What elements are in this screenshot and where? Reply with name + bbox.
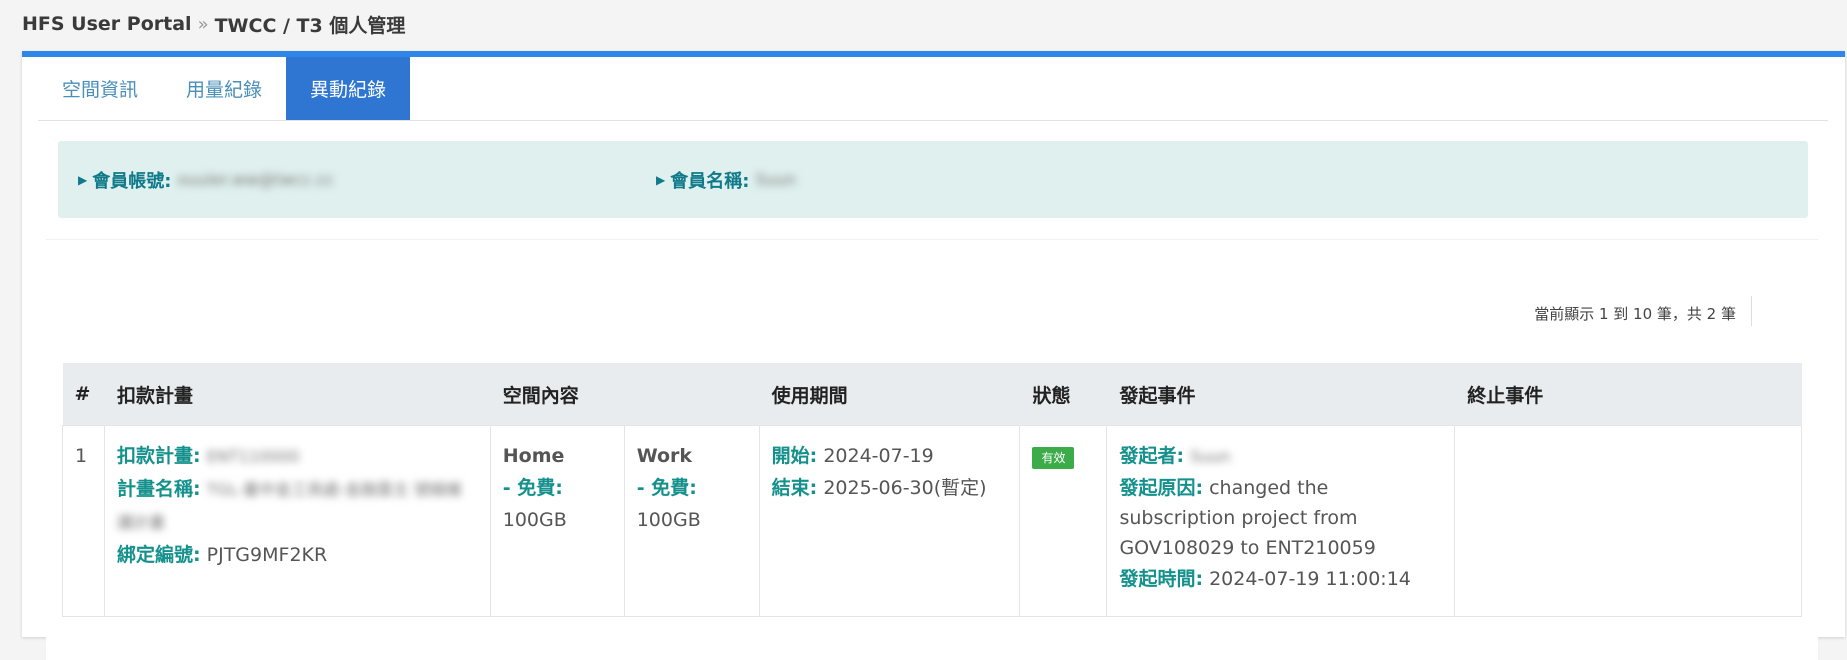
breadcrumb: HFS User Portal » TWCC / T3 個人管理 — [22, 8, 405, 40]
member-info-panel: ▶ 會員帳號: ouuler.ww@twcc.cc ▶ 會員名稱: Suun — [58, 141, 1808, 218]
member-name-label: 會員名稱: — [670, 170, 750, 192]
tab-change-records[interactable]: 異動紀錄 — [286, 57, 411, 120]
tab-usage-records[interactable]: 用量紀錄 — [162, 57, 286, 120]
plan-name-label: 計畫名稱: — [116, 478, 201, 500]
header-index: # — [62, 363, 105, 426]
cell-space-home: Home - 免費: 100GB — [489, 425, 625, 617]
content-card: 空間資訊 用量紀錄 異動紀錄 ▶ 會員帳號: ouuler.ww@twcc.cc… — [22, 51, 1845, 660]
tab-space-info[interactable]: 空間資訊 — [38, 57, 162, 120]
bind-label: 綁定編號: — [116, 544, 201, 566]
space-work-free-label: - 免費: — [636, 477, 697, 499]
status-badge: 有效 — [1032, 447, 1075, 469]
cell-space-work: Work - 免費: 100GB — [623, 425, 760, 617]
end-value: 2025-06-30(暫定) — [823, 477, 987, 499]
table-row: 1 扣款計畫: ENT110000 計畫名稱: TGL-量中金工商處-金融雲主 號線… — [62, 425, 1802, 617]
space-work-name: Work — [636, 445, 693, 467]
header-space: 空間內容 — [490, 363, 760, 426]
bind-value: PJTG9MF2KR — [206, 544, 328, 566]
table-header-row: # 扣款計畫 空間內容 使用期間 狀態 發起事件 終止事件 — [62, 363, 1802, 426]
header-end-event: 終止事件 — [1454, 363, 1802, 426]
initiator-label: 發起者: — [1119, 445, 1185, 467]
cell-period: 開始: 2024-07-19 結束: 2025-06-30(暫定) — [758, 425, 1021, 617]
cell-start-event: 發起者: Suun 發起原因: changed the subscription … — [1106, 425, 1456, 617]
breadcrumb-separator: » — [197, 13, 209, 35]
breadcrumb-portal[interactable]: HFS User Portal — [22, 13, 192, 35]
change-records-table: # 扣款計畫 空間內容 使用期間 狀態 發起事件 終止事件 1 扣款計畫: ENT… — [62, 363, 1802, 617]
member-name: ▶ 會員名稱: Suun — [656, 141, 796, 218]
caret-right-icon: ▶ — [656, 172, 666, 187]
tab-bar: 空間資訊 用量紀錄 異動紀錄 — [38, 57, 1828, 121]
header-status: 狀態 — [1019, 363, 1108, 426]
header-start-event: 發起事件 — [1106, 363, 1456, 426]
records-panel: 當前顯示 1 到 10 筆，共 2 筆 # 扣款計畫 空間內容 使用期間 狀態 … — [46, 239, 1818, 660]
pagination-info: 當前顯示 1 到 10 筆，共 2 筆 — [1534, 305, 1736, 323]
member-account-value: ouuler.ww@twcc.cc — [177, 170, 334, 189]
reason-label: 發起原因: — [1119, 477, 1204, 499]
header-period: 使用期間 — [759, 363, 1021, 426]
time-label: 發起時間: — [1119, 568, 1204, 590]
time-value: 2024-07-19 11:00:14 — [1209, 568, 1411, 590]
cell-index: 1 — [62, 425, 105, 617]
space-home-free-label: - 免費: — [502, 477, 563, 499]
member-name-value: Suun — [755, 170, 797, 189]
plan-value: ENT110000 — [206, 447, 300, 466]
header-plan: 扣款計畫 — [104, 363, 491, 426]
cell-status: 有效 — [1019, 425, 1108, 617]
space-home-size: 100GB — [502, 509, 567, 531]
initiator-value: Suun — [1190, 447, 1231, 466]
member-account-label: 會員帳號: — [92, 170, 172, 192]
cell-plan: 扣款計畫: ENT110000 計畫名稱: TGL-量中金工商處-金融雲主 號線維護… — [103, 425, 491, 617]
start-label: 開始: — [771, 445, 818, 467]
member-account: ▶ 會員帳號: ouuler.ww@twcc.cc — [78, 141, 334, 218]
space-home-name: Home — [502, 445, 565, 467]
plan-label: 扣款計畫: — [116, 445, 201, 467]
breadcrumb-current: TWCC / T3 個人管理 — [214, 14, 406, 37]
cell-end-event — [1454, 425, 1802, 617]
pagination-divider — [1751, 296, 1752, 326]
caret-right-icon: ▶ — [78, 172, 88, 187]
space-work-size: 100GB — [636, 509, 701, 531]
start-value: 2024-07-19 — [823, 445, 934, 467]
end-label: 結束: — [771, 477, 818, 499]
